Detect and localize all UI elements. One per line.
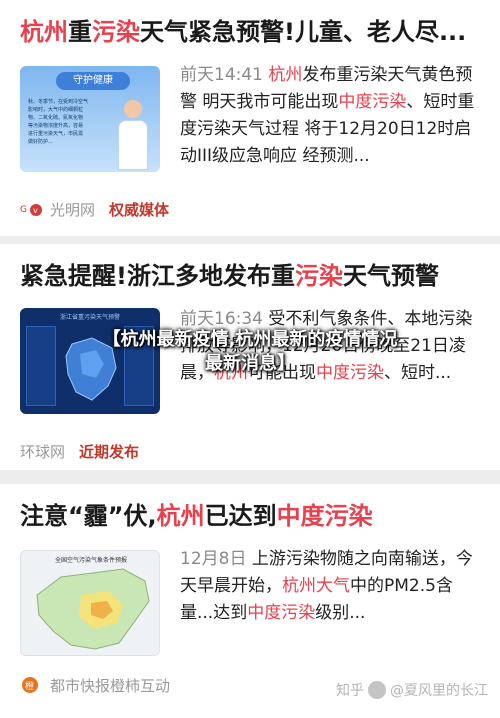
- chengshi-logo-icon: 橙: [20, 677, 44, 693]
- article-title[interactable]: 杭州重污染天气紧急预警!儿童、老人尽...: [20, 14, 484, 50]
- watermark-prefix: 知乎: [336, 683, 364, 699]
- guangming-logo-icon: Gv: [20, 201, 44, 217]
- source-tag: 近期发布: [79, 442, 140, 461]
- svg-text:v: v: [33, 206, 38, 215]
- zhihu-watermark: 知乎 @夏风里的长江: [336, 680, 488, 700]
- overlay-banner: 【杭州最新疫情,杭州最新的疫情情况 最新消息】: [0, 328, 500, 390]
- svg-text:橙: 橙: [25, 680, 34, 692]
- article-snippet: 前天14:41 杭州发布重污染天气黄色预警 明天我市可能出现中度污染、短时重度污…: [180, 65, 475, 166]
- thumbnail-banner: 全国空气污染气象条件预报: [54, 557, 127, 564]
- overlay-line-2: 最新消息】: [205, 353, 295, 374]
- publish-time: 12月8日: [180, 549, 247, 569]
- doctor-illustration: [118, 100, 148, 170]
- publish-time: 前天16:34: [180, 309, 263, 329]
- avatar-icon: [368, 681, 386, 699]
- thumbnail-banner: 浙江省重污染天气预警: [59, 314, 120, 321]
- article-footer: 橙 都市快报橙柿互动: [20, 674, 184, 696]
- article-footer: 环球网 近期发布: [20, 440, 139, 462]
- news-card[interactable]: 杭州重污染天气紧急预警!儿童、老人尽... 守护健康 秋、冬季节，在受到冷空气 …: [0, 0, 500, 236]
- thumbnail-text: 秋、冬季节，在受到冷空气 影响时，大气中的细颗粒 物、二氧化硫、氮氧化物 等污染…: [28, 99, 89, 145]
- watermark-author: @夏风里的长江: [390, 683, 488, 699]
- china-map-icon: [36, 568, 150, 650]
- article-footer: Gv 光明网 权威媒体: [20, 198, 169, 220]
- svg-text:G: G: [20, 205, 27, 215]
- article-thumbnail[interactable]: 守护健康 秋、冬季节，在受到冷空气 影响时，大气中的细颗粒 物、二氧化硫、氮氧化…: [20, 66, 160, 172]
- overlay-line-1: 【杭州最新疫情,杭州最新的疫情情况: [102, 329, 398, 350]
- thumbnail-banner: 守护健康: [56, 72, 130, 90]
- source-name[interactable]: 环球网: [20, 441, 65, 462]
- article-title[interactable]: 注意“霾”伏,杭州已达到中度污染: [20, 498, 484, 534]
- publish-time: 前天14:41: [180, 65, 263, 85]
- source-name[interactable]: 光明网: [50, 199, 95, 220]
- article-thumbnail[interactable]: 全国空气污染气象条件预报: [20, 550, 160, 656]
- source-name[interactable]: 都市快报橙柿互动: [50, 675, 170, 696]
- article-title[interactable]: 紧急提醒!浙江多地发布重污染天气预警: [20, 258, 484, 294]
- article-snippet: 12月8日 上游污染物随之向南输送，今天早晨开始，杭州大气中的PM2.5含量..…: [180, 549, 473, 623]
- source-tag: 权威媒体: [109, 200, 170, 219]
